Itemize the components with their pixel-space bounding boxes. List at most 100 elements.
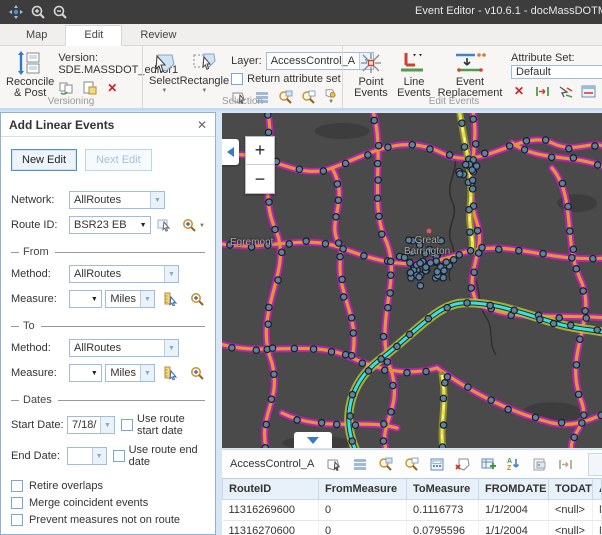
event-replacement-button[interactable]: Event Replacement [435,50,505,94]
route-id-dropdown[interactable]: BSR23 EB ▼ [69,216,151,234]
prevent-measures-checkbox[interactable] [11,514,23,526]
prevent-measures-label: Prevent measures not on route [29,514,180,526]
select-icon [152,51,176,74]
collapse-south-panel-button[interactable] [294,432,332,448]
col-routeid[interactable]: RouteID [223,479,319,500]
route-zoom-icon[interactable] [182,217,197,233]
use-route-end-date-checkbox[interactable] [113,450,125,462]
col-tomeasure[interactable]: ToMeasure [407,479,479,500]
cell: 11316270600 [223,521,319,535]
zoom-in-icon[interactable] [28,3,48,21]
use-route-start-date-label: Use route start date [137,413,205,437]
table-measure-range-icon[interactable] [558,456,573,472]
group-versioning: Reconcile & Post Version: SDE.MASSDOT_ed… [0,46,142,108]
app-title: Event Editor - v10.6.1 - docMassDOTM [415,5,602,17]
line-events-button[interactable]: Line Events [393,50,435,94]
to-measure-dropdown[interactable]: ▼ [69,364,102,382]
map-view[interactable]: Egremont Great Barrington + − [222,113,602,448]
from-measure-on-map-icon[interactable] [163,291,178,307]
from-measure-zoom-icon[interactable] [190,291,205,307]
zoom-out-icon[interactable] [50,3,70,21]
to-method-dropdown[interactable]: AllRoutes ▼ [69,339,179,357]
map-zoom-control: + − [245,136,275,194]
new-version-icon[interactable] [81,80,97,96]
start-date-dropdown-arrow[interactable]: ▼ [100,417,114,433]
network-dropdown[interactable]: AllRoutes ▼ [69,191,165,209]
to-units-dropdown[interactable]: Miles ▼ [105,364,155,382]
cell: 0 [319,521,407,535]
from-measure-dropdown-arrow[interactable]: ▼ [87,291,101,307]
from-method-dropdown[interactable]: AllRoutes ▼ [69,265,179,283]
point-events-button[interactable]: Point Events [349,50,393,94]
rectangle-dropdown-caret[interactable]: ▼ [201,88,207,94]
col-access[interactable]: AC [593,479,602,500]
event-replacement-icon [453,51,487,75]
from-measure-label: Measure: [11,293,69,305]
select-button[interactable]: Select ▼ [149,50,180,94]
route-id-label: Route ID: [11,219,69,231]
point-events-icon [359,51,383,75]
titlebar: Event Editor - v10.6.1 - docMassDOTM [0,0,602,24]
tab-review[interactable]: Review [122,26,194,45]
panel-title: Add Linear Events [9,118,114,132]
pan-icon[interactable] [6,3,26,21]
table-report-icon[interactable] [532,456,547,472]
map-zoom-out-button[interactable]: − [246,165,274,193]
table-zoom-selected-icon[interactable] [378,456,393,472]
table-calculate-icon[interactable] [430,456,444,472]
attribute-set-dropdown[interactable]: Default ▼ [511,65,602,79]
table-pan-selected-icon[interactable] [404,456,419,472]
table-row[interactable]: 11316270600 0 0.0795596 1/1/2004 <null> … [223,521,602,535]
col-todate[interactable]: TODATE [549,479,593,500]
table-save-button[interactable]: Save [588,453,602,476]
cell: 0.1116773 [407,500,479,521]
from-measure-dropdown[interactable]: ▼ [69,290,102,308]
collapse-west-panel-button[interactable] [222,139,239,165]
delete-version-icon[interactable]: ✕ [104,80,120,96]
new-edit-button[interactable]: New Edit [11,149,77,171]
next-edit-button[interactable]: Next Edit [85,149,152,171]
map-zoom-in-button[interactable]: + [246,137,274,165]
to-measure-dropdown-arrow[interactable]: ▼ [87,365,101,381]
to-measure-on-map-icon[interactable] [163,365,178,381]
network-dropdown-arrow[interactable]: ▼ [150,192,164,208]
network-label: Network: [11,194,69,206]
select-route-on-map-icon[interactable] [157,217,172,233]
end-date-dropdown-arrow[interactable]: ▼ [92,448,106,464]
to-measure-zoom-icon[interactable] [190,365,205,381]
table-clear-selection-icon[interactable] [455,456,470,472]
to-method-dropdown-arrow[interactable]: ▼ [164,340,178,356]
table-list-icon[interactable] [353,456,367,472]
start-date-field[interactable]: 7/18/ ▼ [67,416,115,434]
to-units-dropdown-arrow[interactable]: ▼ [140,365,154,381]
col-fromdate[interactable]: FROMDATE [479,479,549,500]
merge-coincident-events-checkbox[interactable] [11,497,23,509]
merge-coincident-events-label: Merge coincident events [29,497,148,509]
retire-overlaps-checkbox[interactable] [11,480,23,492]
version-changes-icon[interactable] [58,80,74,96]
use-route-start-date-checkbox[interactable] [121,419,133,431]
select-dropdown-caret[interactable]: ▼ [161,88,167,94]
reconcile-post-button[interactable]: Reconcile & Post [6,50,54,94]
panel-close-icon[interactable]: ✕ [197,118,207,132]
map-place-label: Egremont [230,237,273,248]
table-select-features-icon[interactable] [327,456,342,472]
from-units-dropdown-arrow[interactable]: ▼ [140,291,154,307]
return-attribute-set-checkbox[interactable] [231,73,243,85]
ribbon: Reconcile & Post Version: SDE.MASSDOT_ed… [0,46,602,111]
from-method-dropdown-arrow[interactable]: ▼ [164,266,178,282]
route-zoom-caret[interactable]: ▼ [199,223,205,229]
tab-map[interactable]: Map [8,26,65,45]
end-date-field[interactable]: ▼ [67,447,107,465]
table-sort-icon[interactable]: AZ [507,456,521,472]
rectangle-button[interactable]: Rectangle ▼ [180,50,230,94]
route-id-dropdown-arrow[interactable]: ▼ [136,217,150,233]
start-date-label: Start Date: [11,419,67,431]
table-row[interactable]: 11316269600 0 0.1116773 1/1/2004 <null> … [223,500,602,521]
cell: 0.0795596 [407,521,479,535]
from-units-dropdown[interactable]: Miles ▼ [105,290,155,308]
table-add-record-icon[interactable] [481,456,496,472]
tab-edit[interactable]: Edit [65,25,122,46]
col-frommeasure[interactable]: FromMeasure [319,479,407,500]
layer-label: Layer: [231,55,262,67]
